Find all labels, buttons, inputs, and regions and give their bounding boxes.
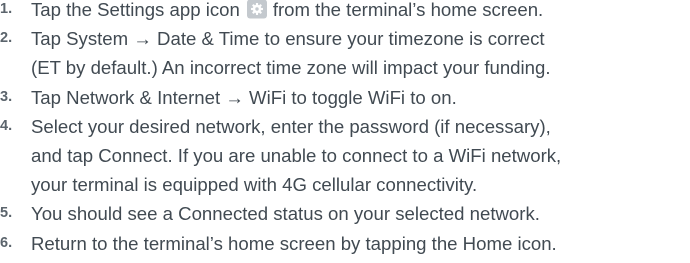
step-line: (ET by default.) An incorrect time zone … bbox=[31, 57, 551, 79]
setup-steps-list: 1. Tap the Settings app icon from the ter… bbox=[0, 0, 690, 258]
step-number: 6. bbox=[0, 234, 13, 251]
step-line: You should see a Connected status on you… bbox=[31, 203, 540, 225]
step-number: 5. bbox=[0, 205, 13, 222]
step-5: 5. You should see a Connected status on … bbox=[0, 199, 690, 228]
step-line: Tap Network & Internet → WiFi to toggle … bbox=[31, 86, 457, 108]
step-line: your terminal is equipped with 4G cellul… bbox=[31, 174, 478, 196]
settings-gear-icon bbox=[246, 0, 268, 19]
step-line: Tap System → Date & Time to ensure your … bbox=[31, 28, 545, 50]
step-1: 1. Tap the Settings app icon from the ter… bbox=[0, 0, 690, 24]
step-6: 6. Return to the terminal’s home screen … bbox=[0, 229, 690, 258]
step-number: 4. bbox=[0, 117, 13, 134]
step-text: from the terminal’s home screen. bbox=[272, 0, 544, 20]
step-number: 2. bbox=[0, 30, 13, 47]
step-text: Tap the Settings app icon bbox=[31, 0, 240, 20]
step-2: 2. Tap System → Date & Time to ensure yo… bbox=[0, 24, 690, 82]
step-3: 3. Tap Network & Internet → WiFi to togg… bbox=[0, 83, 690, 112]
step-line: and tap Connect. If you are unable to co… bbox=[31, 145, 562, 167]
step-4: 4. Select your desired network, enter th… bbox=[0, 112, 690, 200]
step-line: Select your desired network, enter the p… bbox=[31, 115, 551, 137]
step-line: Return to the terminal’s home screen by … bbox=[31, 232, 557, 254]
step-number: 1. bbox=[0, 1, 13, 17]
step-number: 3. bbox=[0, 88, 13, 105]
